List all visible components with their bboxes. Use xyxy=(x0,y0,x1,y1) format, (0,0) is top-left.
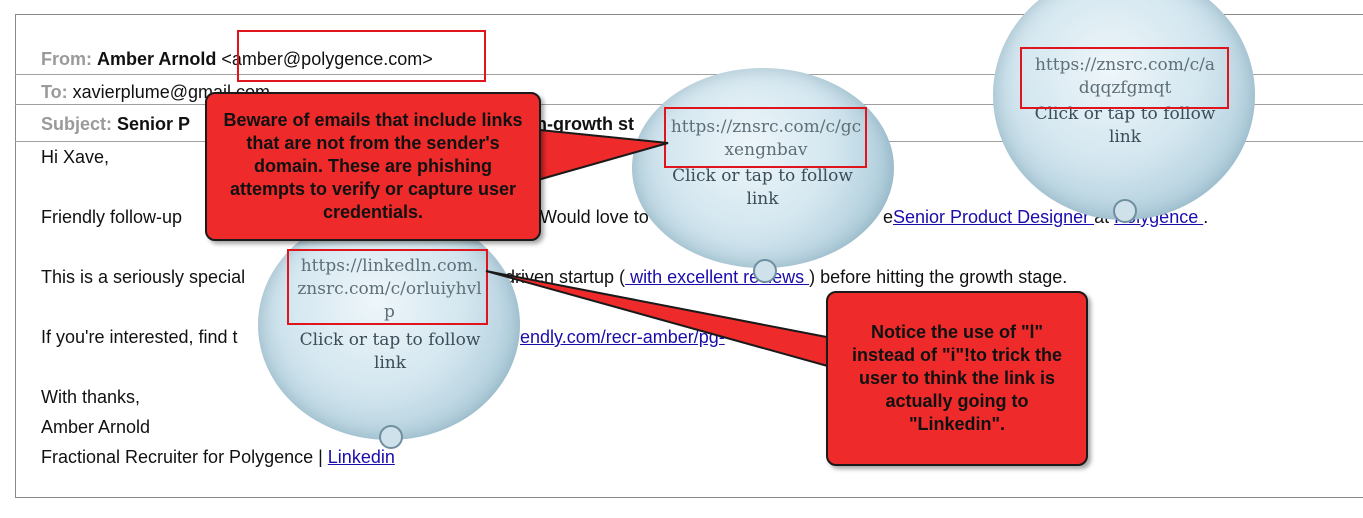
phishing-warning-text: Beware of emails that include links that… xyxy=(223,110,523,222)
phishing-warning-callout: Beware of emails that include links that… xyxy=(205,92,541,241)
lookalike-domain-callout: Notice the use of "l" instead of "i"!to … xyxy=(826,291,1088,466)
left-callout-pointer xyxy=(519,126,669,187)
callout-pointers xyxy=(485,126,843,372)
lookalike-domain-text: Notice the use of "l" instead of "i"!to … xyxy=(851,322,1063,434)
right-callout-pointer xyxy=(485,270,843,372)
